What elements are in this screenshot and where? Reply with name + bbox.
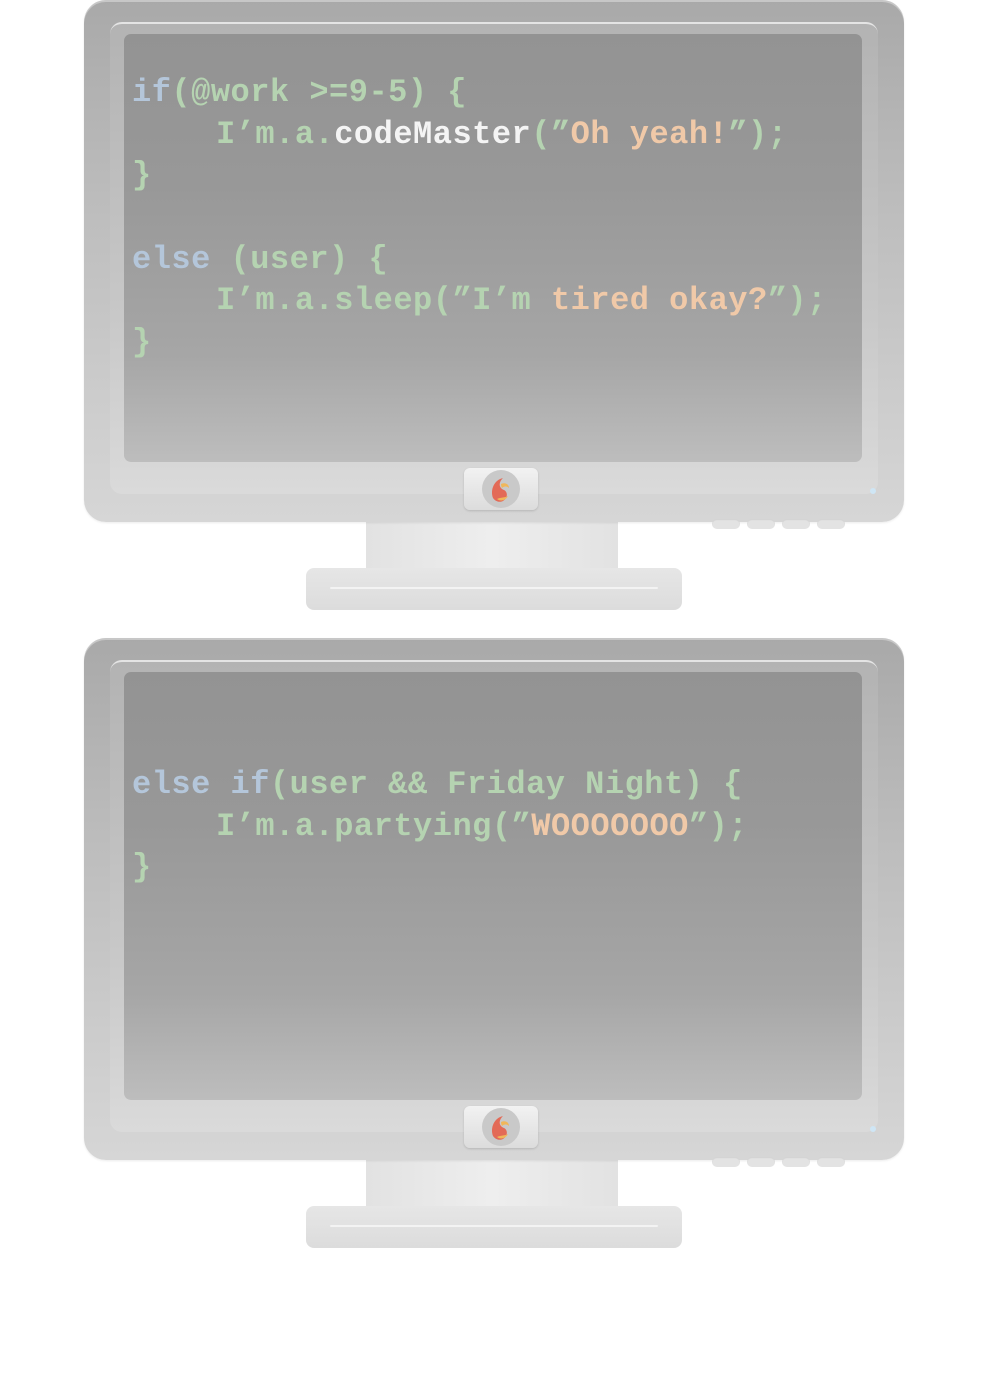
monitor-neck: [366, 522, 618, 572]
monitor-top: if(@work >=9-5) {I’m.a.codeMaster(”Oh ye…: [0, 0, 1000, 620]
code-token-string: WOOOOOOO: [531, 807, 689, 845]
code-token-string: tired okay?: [550, 282, 768, 320]
monitor-bezel: else if(user && Friday Night) {I’m.a.par…: [84, 638, 904, 1167]
monitor-button[interactable]: [817, 1157, 845, 1167]
code-token-keyword: else if: [132, 766, 270, 803]
stand-highlight: [330, 1225, 658, 1227]
code-token-text: I’m.a.partying(”: [216, 807, 532, 845]
code-token-text: }: [132, 157, 152, 195]
stand-highlight: [330, 587, 658, 589]
code-line: I’m.a.partying(”WOOOOOOO”);: [132, 806, 748, 848]
monitor-stand-base: [306, 1206, 682, 1248]
code-token-text: (”: [531, 115, 571, 153]
code-token-string: Oh yeah!: [570, 115, 729, 153]
logo-badge: [464, 468, 538, 510]
monitor-button-row: [712, 516, 852, 534]
code-line: else (user) {: [132, 239, 827, 281]
power-led-icon: [870, 488, 876, 494]
monitor-bottom: else if(user && Friday Night) {I’m.a.par…: [0, 638, 1000, 1258]
code-token-keyword: else: [132, 240, 211, 278]
code-token-text: I’m.a.: [216, 115, 335, 153]
monitor-button[interactable]: [712, 519, 740, 529]
logo-badge: [464, 1106, 538, 1148]
code-token-text: (@work >=9-5) {: [171, 74, 467, 111]
monitor-screen: else if(user && Friday Night) {I’m.a.par…: [124, 672, 862, 1100]
code-token-text: }: [132, 324, 152, 362]
code-token-text: (user && Friday Night) {: [269, 766, 743, 803]
code-line: }: [132, 322, 827, 364]
monitor-button[interactable]: [712, 1157, 740, 1167]
code-line: I’m.a.sleep(”I’m tired okay?”);: [132, 280, 827, 322]
monitor-button[interactable]: [782, 1157, 810, 1167]
code-token-method: codeMaster: [334, 115, 532, 153]
code-token-keyword: if: [132, 74, 172, 111]
logo-icon: [482, 1108, 520, 1146]
code-token-text: ”);: [728, 115, 788, 153]
code-token-text: I’m.a.sleep(”I’m: [216, 282, 551, 320]
monitor-neck: [366, 1160, 618, 1210]
monitor-bezel: if(@work >=9-5) {I’m.a.codeMaster(”Oh ye…: [84, 0, 904, 529]
monitor-stand-base: [306, 568, 682, 610]
logo-icon: [482, 470, 520, 508]
code-block: if(@work >=9-5) {I’m.a.codeMaster(”Oh ye…: [132, 72, 827, 364]
monitor-button[interactable]: [782, 519, 810, 529]
power-led-icon: [870, 1126, 876, 1132]
code-line: I’m.a.codeMaster(”Oh yeah!”);: [132, 114, 827, 156]
code-line: else if(user && Friday Night) {: [132, 764, 748, 806]
monitor-button[interactable]: [747, 1157, 775, 1167]
monitor-screen: if(@work >=9-5) {I’m.a.codeMaster(”Oh ye…: [124, 34, 862, 462]
code-token-text: ”);: [688, 807, 748, 845]
code-token-text: (user) {: [210, 240, 389, 278]
monitor-button[interactable]: [817, 519, 845, 529]
code-line: if(@work >=9-5) {: [132, 72, 827, 114]
code-token-text: }: [132, 849, 152, 887]
code-line: }: [132, 847, 748, 889]
code-token-text: ”);: [767, 282, 827, 320]
monitor-button[interactable]: [747, 519, 775, 529]
code-block: else if(user && Friday Night) {I’m.a.par…: [132, 764, 748, 889]
code-line: }: [132, 155, 827, 197]
monitor-button-row: [712, 1154, 852, 1172]
